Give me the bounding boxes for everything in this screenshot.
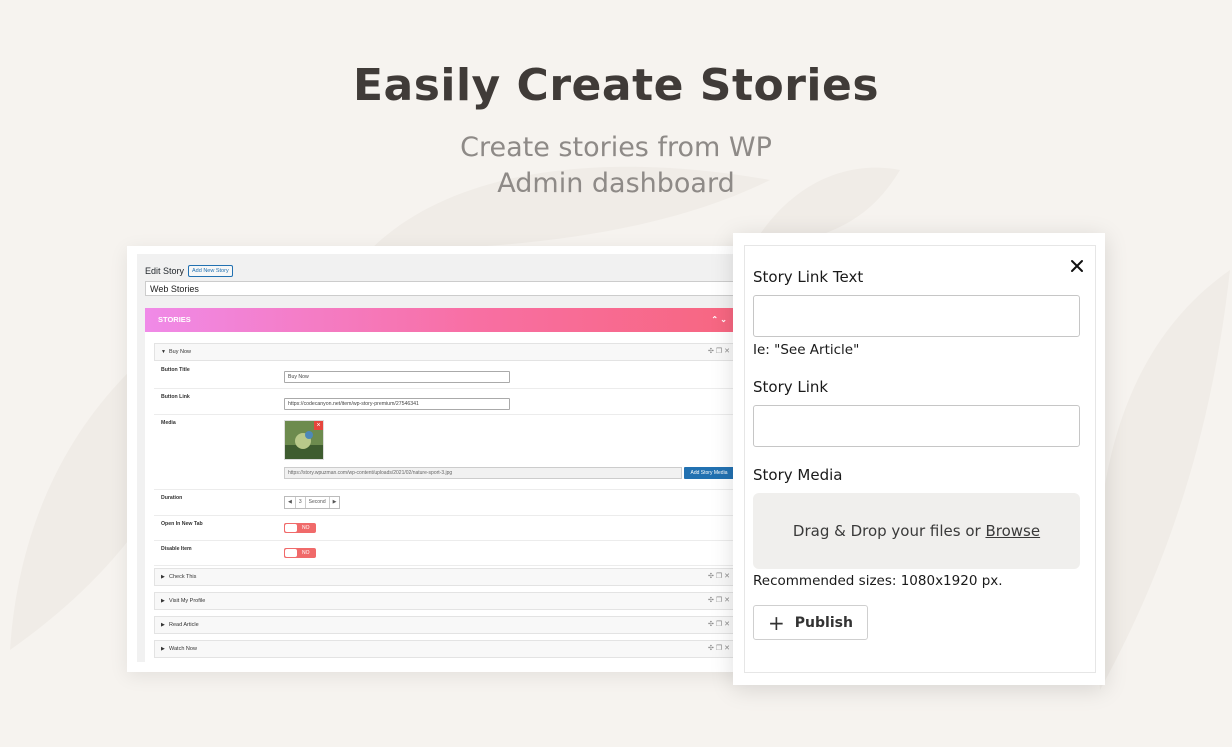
admin-editor: Edit Story Add New Story Web Stories STO…: [137, 254, 745, 662]
recommended-sizes-note: Recommended sizes: 1080x1920 px.: [753, 573, 1003, 589]
chevron-right-icon: ▶: [161, 622, 165, 628]
field-row-button-title: Button Title Buy Now: [154, 361, 739, 389]
open-new-tab-toggle[interactable]: NO: [284, 523, 316, 533]
item-tools-icon[interactable]: ✣❐✕: [708, 617, 732, 633]
media-url-input[interactable]: https://story.wpuzman.com/wp-content/upl…: [284, 467, 682, 479]
duration-stepper[interactable]: ◀ 3 Second ▶: [284, 496, 341, 509]
stories-header-label: STORIES: [158, 315, 191, 324]
story-link-text-input[interactable]: [753, 295, 1080, 337]
story-link-text-label: Story Link Text: [753, 268, 864, 286]
chevron-down-icon: ▼: [161, 349, 166, 355]
duration-label: Duration: [161, 495, 183, 501]
story-media-label: Story Media: [753, 466, 843, 484]
button-title-input[interactable]: Buy Now: [284, 371, 510, 383]
story-link-input[interactable]: [753, 405, 1080, 447]
hero-subtitle-line-1: Create stories from WP: [460, 132, 772, 163]
publish-button[interactable]: + Publish: [753, 605, 868, 640]
story-item-buy-now[interactable]: ▼ Buy Now ✣❐✕: [154, 343, 739, 361]
media-dropzone[interactable]: Drag & Drop your files or Browse: [753, 493, 1080, 569]
chevron-right-icon: ▶: [161, 646, 165, 652]
button-link-input[interactable]: https://codecanyon.net/item/wp-story-pre…: [284, 398, 510, 410]
remove-media-icon[interactable]: ×: [314, 421, 323, 430]
add-story-media-button[interactable]: Add Story Media: [684, 467, 734, 479]
admin-screenshot: Edit Story Add New Story Web Stories STO…: [127, 246, 747, 672]
item-tools-icon[interactable]: ✣❐✕: [708, 641, 732, 657]
story-item-check-this[interactable]: ▶ Check This ✣❐✕: [154, 568, 739, 586]
story-form-modal: Story Link Text Ie: "See Article" Story …: [733, 233, 1105, 685]
stories-list: ▼ Buy Now ✣❐✕ Button Title Buy Now Button…: [145, 332, 745, 662]
button-title-label: Button Title: [161, 367, 190, 373]
item-tools-icon[interactable]: ✣❐✕: [708, 344, 732, 360]
hero-title: Easily Create Stories: [352, 60, 880, 111]
story-item-title: Check This: [169, 574, 197, 580]
stories-panel-header[interactable]: STORIES ⌃ ⌄: [145, 308, 745, 332]
disable-item-label: Disable Item: [161, 546, 192, 552]
toggle-state: NO: [302, 525, 310, 531]
hero-subtitle-line-2: Admin dashboard: [497, 168, 735, 199]
add-new-story-button[interactable]: Add New Story: [188, 265, 233, 277]
toggle-knob: [285, 524, 297, 532]
story-item-read-article[interactable]: ▶ Read Article ✣❐✕: [154, 616, 739, 634]
field-row-button-link: Button Link https://codecanyon.net/item/…: [154, 388, 739, 415]
story-item-visit-my-profile[interactable]: ▶ Visit My Profile ✣❐✕: [154, 592, 739, 610]
disable-item-toggle[interactable]: NO: [284, 548, 316, 558]
story-link-label: Story Link: [753, 378, 829, 396]
toggle-state: NO: [302, 550, 310, 556]
item-tools-icon[interactable]: ✣❐✕: [708, 593, 732, 609]
story-item-title: Buy Now: [169, 349, 192, 355]
dropzone-text: Drag & Drop your files or: [792, 522, 986, 540]
field-row-duration: Duration ◀ 3 Second ▶: [154, 489, 739, 516]
open-new-tab-label: Open In New Tab: [161, 521, 203, 527]
item-tools-icon[interactable]: ✣❐✕: [708, 569, 732, 585]
hero-subtitle: Create stories from WP Admin dashboard: [416, 130, 816, 202]
collapse-arrows-icon[interactable]: ⌃ ⌄: [711, 308, 727, 332]
edit-story-header: Edit Story Add New Story: [145, 265, 233, 277]
field-row-disable-item: Disable Item NO: [154, 540, 739, 566]
duration-unit: Second: [306, 497, 330, 508]
field-row-media: Media × https://story.wpuzman.com/wp-con…: [154, 414, 739, 490]
duration-value[interactable]: 3: [296, 497, 306, 508]
field-row-open-new-tab: Open In New Tab NO: [154, 515, 739, 541]
story-item-title: Read Article: [169, 622, 199, 628]
toggle-knob: [285, 549, 297, 557]
plus-icon: +: [768, 610, 785, 635]
media-thumbnail[interactable]: ×: [284, 420, 324, 460]
media-label: Media: [161, 420, 176, 426]
story-item-title: Visit My Profile: [169, 598, 206, 604]
chevron-right-icon: ▶: [161, 598, 165, 604]
chevron-right-icon: ▶: [161, 574, 165, 580]
story-item-title: Watch Now: [169, 646, 197, 652]
decrement-icon[interactable]: ◀: [285, 497, 296, 508]
story-link-text-hint: Ie: "See Article": [753, 342, 860, 358]
edit-story-label: Edit Story: [145, 266, 185, 276]
close-icon[interactable]: [1068, 257, 1086, 275]
browse-link[interactable]: Browse: [985, 522, 1040, 540]
publish-label: Publish: [794, 614, 853, 631]
story-item-watch-now[interactable]: ▶ Watch Now ✣❐✕: [154, 640, 739, 658]
increment-icon[interactable]: ▶: [330, 497, 340, 508]
button-link-label: Button Link: [161, 394, 190, 400]
story-title-input[interactable]: Web Stories: [145, 281, 735, 296]
